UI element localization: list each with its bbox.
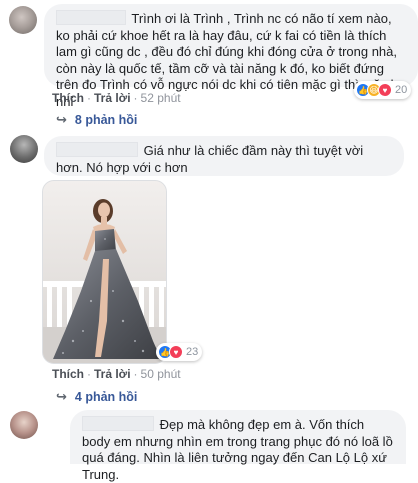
- reply-button[interactable]: Trả lời: [94, 367, 131, 381]
- comment-bubble: Đẹp mà không đẹp em à. Vốn thích body em…: [70, 410, 406, 482]
- reaction-count: 23: [186, 346, 199, 358]
- reaction-summary[interactable]: 👍 😆 ♥ 20: [354, 81, 412, 99]
- avatar[interactable]: [10, 135, 38, 163]
- reply-button[interactable]: Trả lời: [94, 91, 131, 105]
- commenter-name[interactable]: [82, 416, 154, 431]
- view-replies-link[interactable]: ↪ 8 phản hồi: [56, 112, 137, 128]
- avatar[interactable]: [9, 6, 37, 34]
- reply-arrow-icon: ↪: [56, 112, 67, 127]
- comment-actions: Thích · Trả lời · 52 phút: [52, 91, 181, 105]
- comment-bubble: Trình ơi là Trình , Trình nc có não tí x…: [44, 4, 418, 109]
- commenter-name[interactable]: [56, 142, 138, 157]
- view-replies-link[interactable]: ↪ 4 phản hồi: [56, 389, 137, 405]
- commenter-name[interactable]: [56, 10, 126, 25]
- love-icon: ♥: [169, 345, 183, 359]
- reaction-summary[interactable]: 👍 ♥ 23: [156, 343, 203, 361]
- timestamp[interactable]: 52 phút: [141, 91, 181, 105]
- timestamp[interactable]: 50 phút: [141, 367, 181, 381]
- comment-bubble: Giá như là chiếc đầm này thì tuyệt vời h…: [44, 136, 404, 176]
- reply-arrow-icon: ↪: [56, 389, 67, 404]
- dress-photo-illustration: [43, 181, 166, 363]
- avatar[interactable]: [10, 411, 38, 439]
- comment-actions: Thích · Trả lời · 50 phút: [52, 367, 181, 381]
- like-button[interactable]: Thích: [52, 91, 84, 105]
- reaction-count: 20: [395, 84, 408, 96]
- comment-photo[interactable]: [42, 180, 167, 364]
- like-button[interactable]: Thích: [52, 367, 84, 381]
- love-icon: ♥: [378, 83, 392, 97]
